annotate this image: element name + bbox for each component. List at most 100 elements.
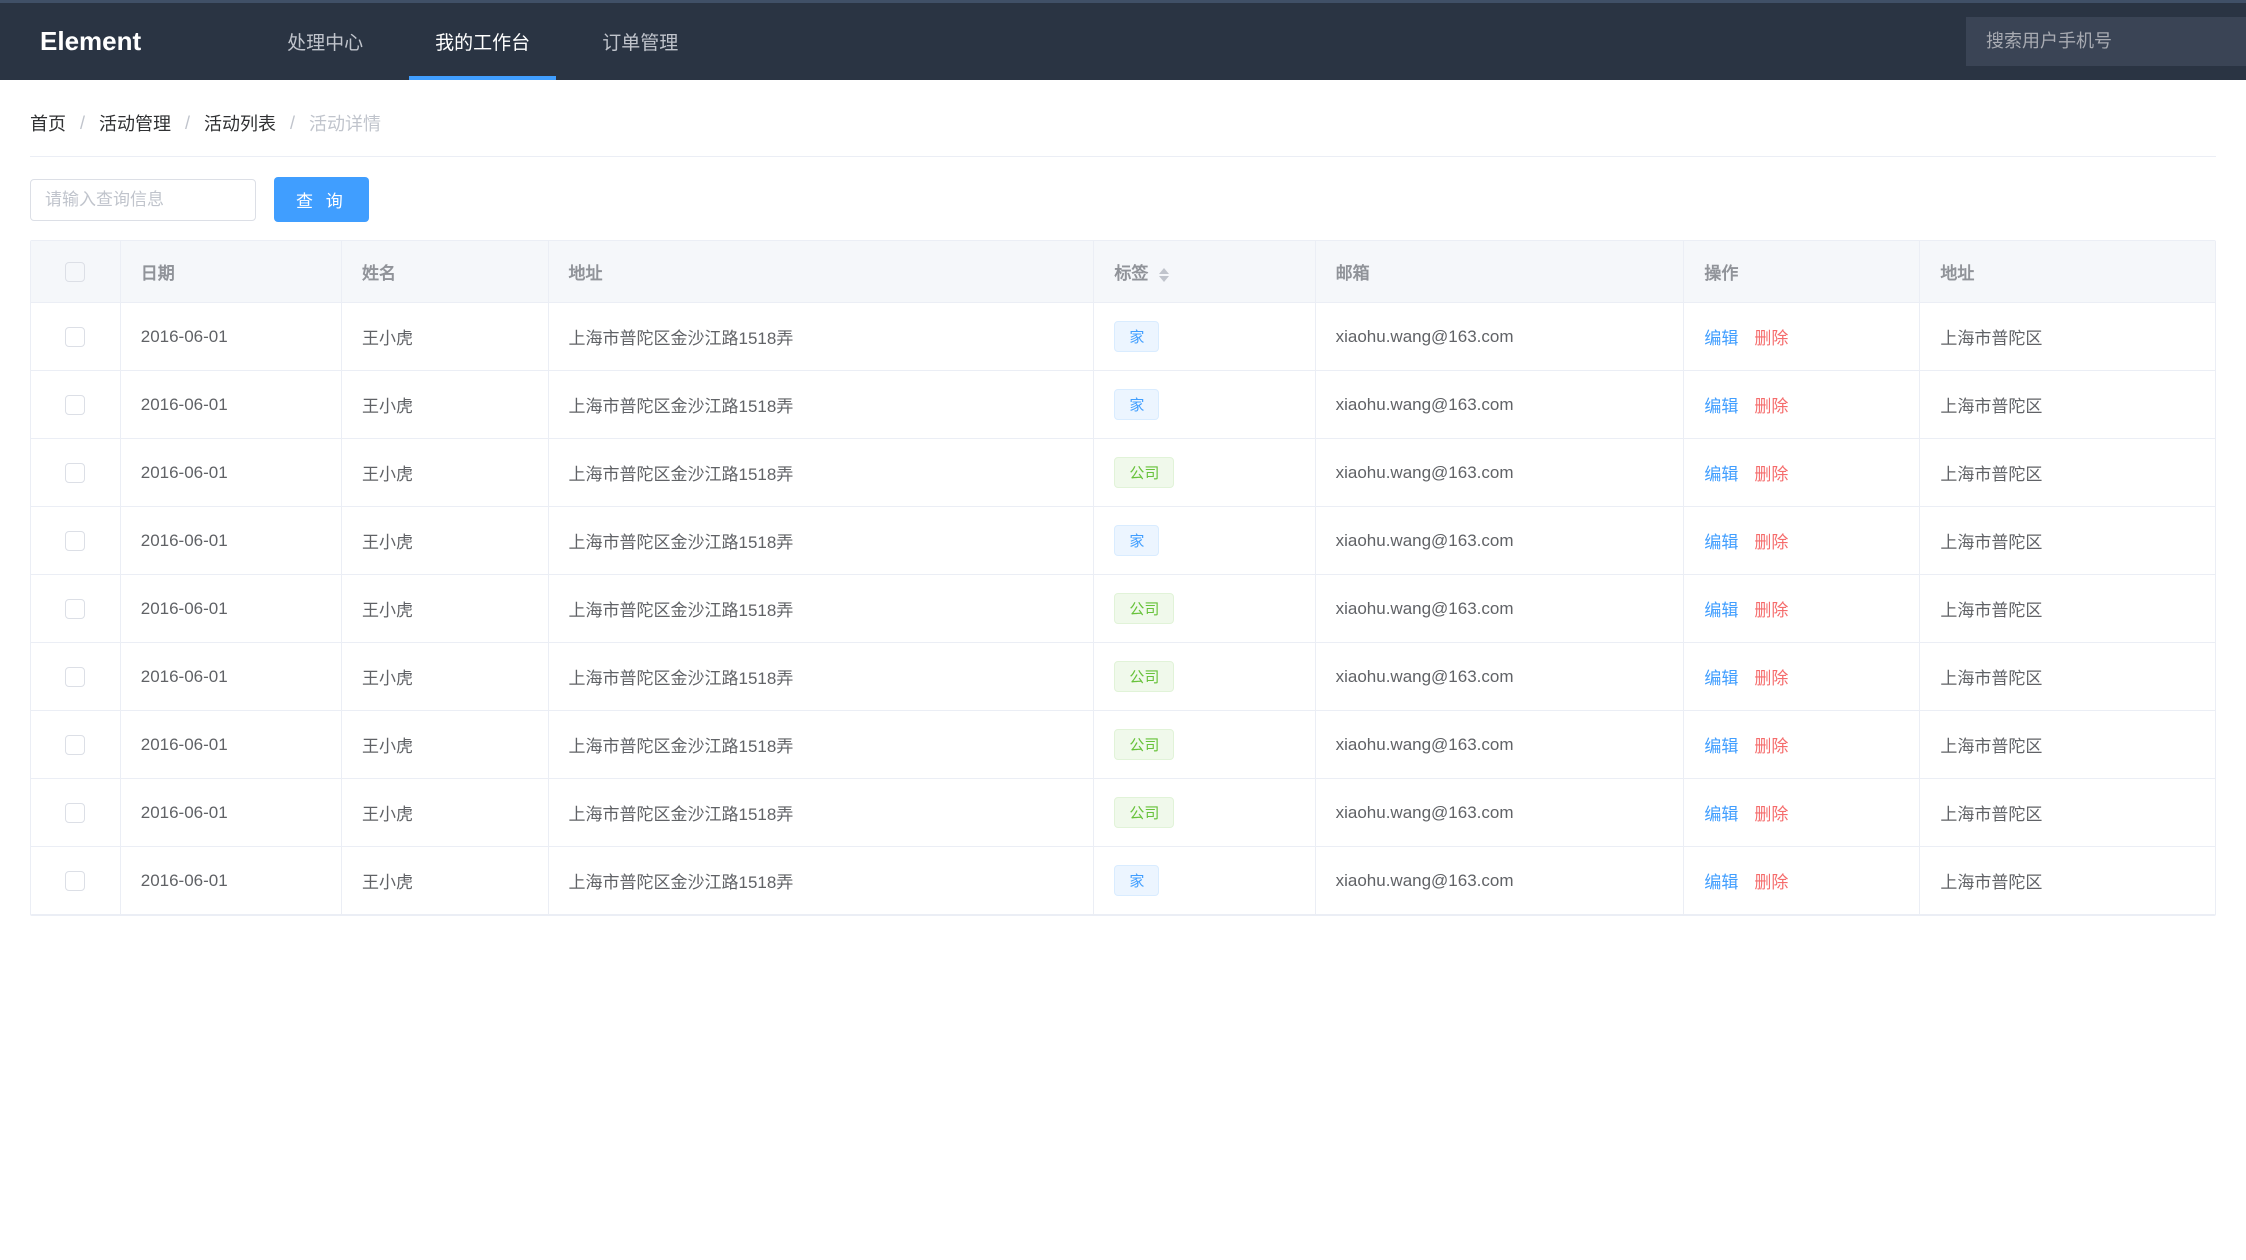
breadcrumb-item-0[interactable]: 首页 [30, 110, 66, 136]
delete-link[interactable]: 删除 [1754, 669, 1788, 688]
cell-address2: 上海市普陀区 [1920, 371, 2215, 439]
cell-email: xiaohu.wang@163.com [1315, 847, 1684, 915]
delete-link[interactable]: 删除 [1754, 737, 1788, 756]
header: Element 处理中心我的工作台订单管理 [0, 0, 2246, 80]
cell-tag: 公司 [1094, 711, 1315, 779]
column-header-email[interactable]: 邮箱 [1315, 241, 1684, 303]
query-button[interactable]: 查 询 [274, 177, 369, 222]
cell-tag: 公司 [1094, 643, 1315, 711]
tag-badge: 公司 [1114, 457, 1174, 488]
edit-link[interactable]: 编辑 [1704, 533, 1738, 552]
tag-badge: 家 [1114, 525, 1159, 556]
table: 日期 姓名 地址 标签 邮箱 操作 地址 2016-06-01王小虎上海市普 [30, 240, 2216, 916]
row-checkbox[interactable] [65, 327, 85, 347]
edit-link[interactable]: 编辑 [1704, 465, 1738, 484]
edit-link[interactable]: 编辑 [1704, 329, 1738, 348]
delete-link[interactable]: 删除 [1754, 397, 1788, 416]
cell-ops: 编辑删除 [1684, 575, 1920, 643]
table-row: 2016-06-01王小虎上海市普陀区金沙江路1518弄公司xiaohu.wan… [31, 711, 2215, 779]
nav-item-0[interactable]: 处理中心 [251, 3, 399, 80]
row-checkbox[interactable] [65, 599, 85, 619]
column-header-address[interactable]: 地址 [548, 241, 1094, 303]
nav-item-2[interactable]: 订单管理 [566, 3, 714, 80]
cell-date: 2016-06-01 [120, 575, 341, 643]
delete-link[interactable]: 删除 [1754, 329, 1788, 348]
delete-link[interactable]: 删除 [1754, 533, 1788, 552]
cell-address: 上海市普陀区金沙江路1518弄 [548, 303, 1094, 371]
cell-ops: 编辑删除 [1684, 371, 1920, 439]
breadcrumb: 首页/活动管理/活动列表/活动详情 [30, 100, 2216, 157]
tag-badge: 公司 [1114, 729, 1174, 760]
row-checkbox[interactable] [65, 735, 85, 755]
cell-address: 上海市普陀区金沙江路1518弄 [548, 575, 1094, 643]
delete-link[interactable]: 删除 [1754, 601, 1788, 620]
search-input[interactable] [1966, 17, 2246, 66]
row-checkbox[interactable] [65, 395, 85, 415]
table-row: 2016-06-01王小虎上海市普陀区金沙江路1518弄公司 xiaohu.wan… [31, 439, 2215, 507]
edit-link[interactable]: 编辑 [1704, 601, 1738, 620]
column-header-checkbox [31, 241, 120, 303]
column-header-ops[interactable]: 操作 [1684, 241, 1920, 303]
cell-tag: 家 [1094, 371, 1315, 439]
cell-name: 王小虎 [342, 711, 549, 779]
table-row: 2016-06-01王小虎上海市普陀区金沙江路1518弄家xiaohu.wang… [31, 847, 2215, 915]
cell-ops: 编辑删除 [1684, 643, 1920, 711]
nav: 处理中心我的工作台订单管理 [251, 3, 714, 80]
cell-tag: 公司 [1094, 439, 1315, 507]
nav-item-1[interactable]: 我的工作台 [399, 3, 566, 80]
cell-date: 2016-06-01 [120, 371, 341, 439]
cell-tag: 家 [1094, 303, 1315, 371]
cell-email: xiaohu.wang@163.com [1315, 711, 1684, 779]
table-row: 2016-06-01王小虎上海市普陀区金沙江路1518弄公司xiaohu.wan… [31, 575, 2215, 643]
tag-badge: 公司 [1114, 661, 1174, 692]
table-row: 2016-06-01王小虎上海市普陀区金沙江路1518弄家xiaohu.wang… [31, 507, 2215, 575]
breadcrumb-item-1[interactable]: 活动管理 [99, 110, 171, 136]
select-all-checkbox[interactable] [65, 262, 85, 282]
edit-link[interactable]: 编辑 [1704, 397, 1738, 416]
row-checkbox[interactable] [65, 803, 85, 823]
edit-link[interactable]: 编辑 [1704, 805, 1738, 824]
edit-link[interactable]: 编辑 [1704, 669, 1738, 688]
cell-ops: 编辑删除 [1684, 507, 1920, 575]
cell-email: xiaohu.wang@163.com [1315, 575, 1684, 643]
sort-icon[interactable] [1159, 268, 1169, 282]
edit-link[interactable]: 编辑 [1704, 737, 1738, 756]
cell-tag: 公司 [1094, 575, 1315, 643]
row-checkbox[interactable] [65, 463, 85, 483]
table-row: 2016-06-01王小虎上海市普陀区金沙江路1518弄公司xiaohu.wan… [31, 643, 2215, 711]
cell-address: 上海市普陀区金沙江路1518弄 [548, 507, 1094, 575]
edit-link[interactable]: 编辑 [1704, 873, 1738, 892]
cell-ops: 编辑删除 [1684, 439, 1920, 507]
cell-ops: 编辑删除 [1684, 847, 1920, 915]
cell-date: 2016-06-01 [120, 439, 341, 507]
query-row: 查 询 [30, 177, 2216, 222]
breadcrumb-item-3: 活动详情 [309, 110, 381, 136]
column-header-address2[interactable]: 地址 [1920, 241, 2215, 303]
column-header-date[interactable]: 日期 [120, 241, 341, 303]
breadcrumb-separator: / [290, 113, 295, 134]
cell-address: 上海市普陀区金沙江路1518弄 [548, 439, 1094, 507]
column-header-name[interactable]: 姓名 [342, 241, 549, 303]
delete-link[interactable]: 删除 [1754, 873, 1788, 892]
delete-link[interactable]: 删除 [1754, 805, 1788, 824]
breadcrumb-separator: / [80, 113, 85, 134]
row-checkbox[interactable] [65, 531, 85, 551]
cell-name: 王小虎 [342, 507, 549, 575]
column-header-tag-label: 标签 [1114, 264, 1148, 283]
cell-date: 2016-06-01 [120, 303, 341, 371]
cell-address: 上海市普陀区金沙江路1518弄 [548, 847, 1094, 915]
cell-tag: 家 [1094, 847, 1315, 915]
cell-address2: 上海市普陀区 [1920, 711, 2215, 779]
cell-email: xiaohu.wang@163.com [1315, 439, 1684, 507]
breadcrumb-item-2[interactable]: 活动列表 [204, 110, 276, 136]
query-input[interactable] [30, 179, 256, 221]
cell-name: 王小虎 [342, 371, 549, 439]
row-checkbox[interactable] [65, 667, 85, 687]
cell-date: 2016-06-01 [120, 711, 341, 779]
cell-ops: 编辑删除 [1684, 303, 1920, 371]
cell-date: 2016-06-01 [120, 643, 341, 711]
cell-name: 王小虎 [342, 439, 549, 507]
delete-link[interactable]: 删除 [1754, 465, 1788, 484]
row-checkbox[interactable] [65, 871, 85, 891]
column-header-tag[interactable]: 标签 [1094, 241, 1315, 303]
